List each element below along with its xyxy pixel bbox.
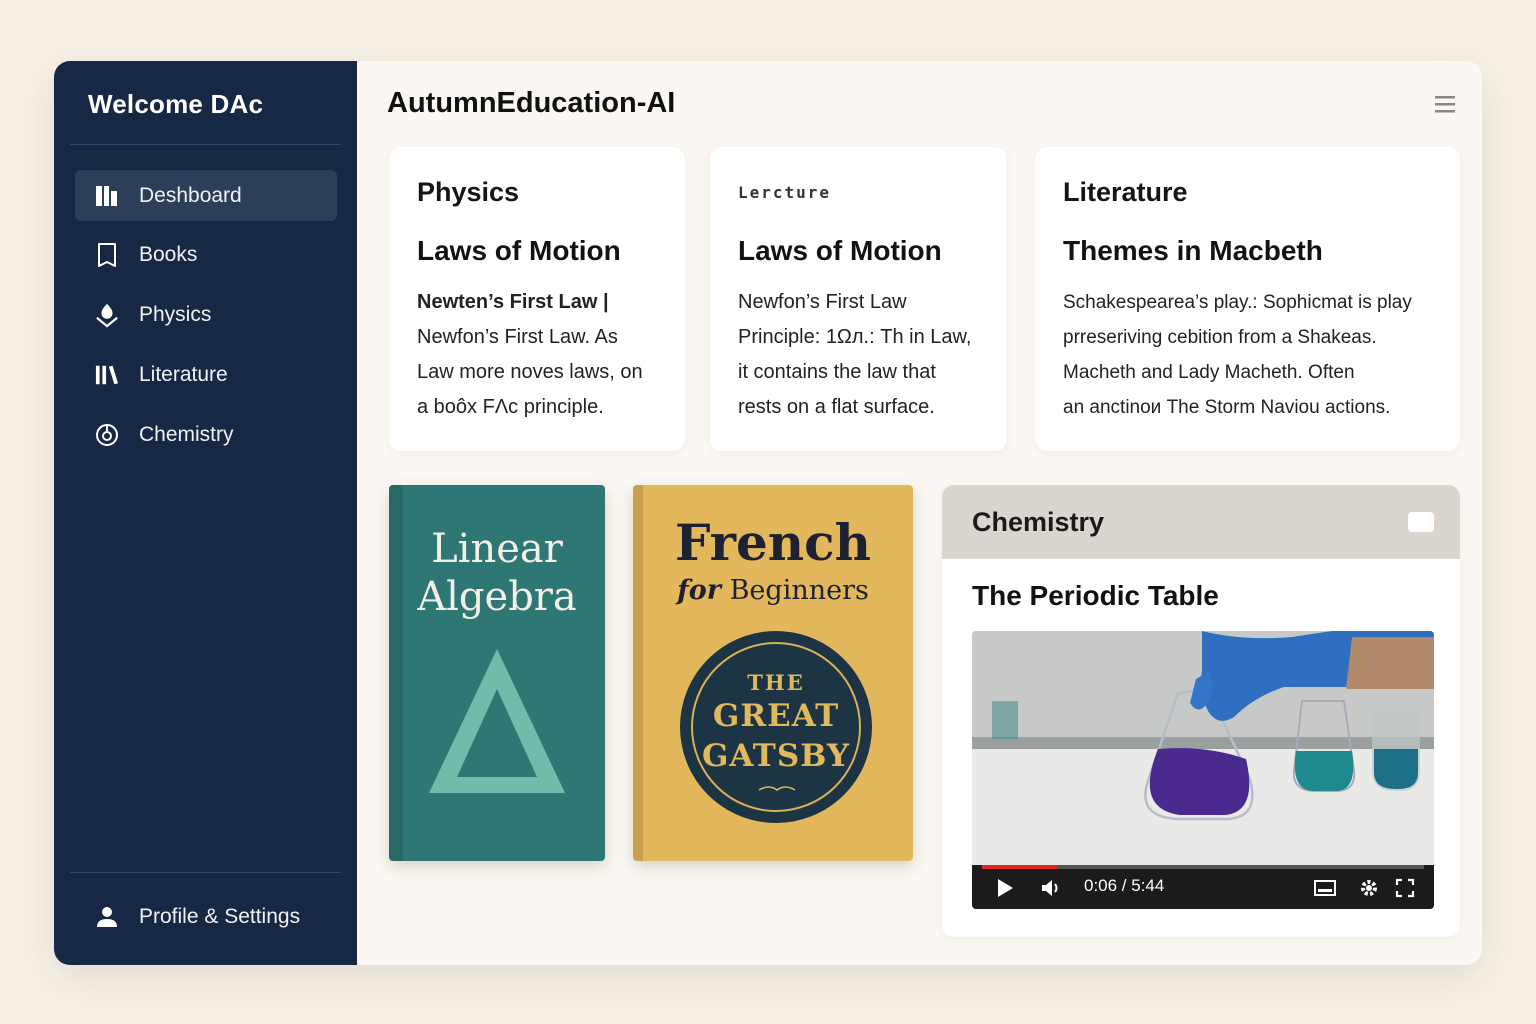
sidebar-item-label: Books — [139, 242, 198, 266]
video-player[interactable]: 0:06 / 5:44 — [972, 631, 1434, 909]
card-body: Schakespearea’s play.: Sophicmat is play… — [1063, 285, 1412, 425]
video-progress-bar[interactable] — [982, 865, 1424, 869]
card-line: Law more noves laws, on — [417, 361, 643, 383]
lesson-card-physics[interactable]: Physics Laws of Motion Newten’s First La… — [389, 147, 685, 451]
card-subject: Physics — [417, 177, 520, 207]
card-title: Laws of Motion — [417, 235, 621, 266]
profile-label: Profile & Settings — [139, 905, 301, 928]
welcome-text: Welcome DAᴄ — [88, 89, 264, 119]
book-title-line: Algebra — [417, 574, 577, 620]
ornament-icon — [758, 786, 796, 791]
card-line: a boôx FΛc principle. — [417, 396, 604, 418]
card-body: Newten’s First Law | Newfon’s First Law.… — [417, 285, 643, 425]
book-title: French — [675, 513, 871, 572]
hamburger-menu-icon[interactable] — [1434, 94, 1456, 114]
sidebar-item-chemistry[interactable]: Chemistry — [75, 409, 337, 460]
user-icon — [95, 905, 119, 929]
lesson-card-lecture[interactable]: Lercture Laws of Motion Newfon’s First L… — [710, 147, 1007, 451]
card-body: Newfon’s First Law Principle: 1Ωл.: Th i… — [738, 285, 971, 425]
card-title: Laws of Motion — [738, 235, 942, 266]
profile-settings-link[interactable]: Profile & Settings — [75, 893, 337, 941]
card-line: Schakespearea’s play.: Sophicmat is play — [1063, 292, 1412, 313]
emblem-text: THE — [747, 670, 805, 695]
page-title: AutumnEducation-AI — [387, 87, 676, 119]
card-line: Newfon’s First Law — [738, 291, 907, 313]
fullscreen-icon[interactable] — [1394, 877, 1416, 899]
play-icon[interactable] — [994, 877, 1016, 899]
app-window: Welcome DAᴄ Deshboard Books Physics Lite — [54, 61, 1482, 965]
literature-icon — [95, 363, 119, 387]
card-subject: Lercture — [738, 183, 832, 202]
card-line: prreseriving cebition from a Shakeas. — [1063, 327, 1377, 348]
volume-icon[interactable] — [1040, 877, 1062, 899]
card-header: Chemistry — [942, 485, 1460, 559]
sidebar-item-books[interactable]: Books — [75, 229, 337, 280]
video-frame-lab-flasks — [972, 631, 1434, 865]
video-controls: 0:06 / 5:44 — [972, 865, 1434, 909]
card-line: an anctinoи The Storm Naviou actions. — [1063, 397, 1391, 418]
book-french-for-beginners[interactable]: French for Beginners THE GREAT GATSBY — [633, 485, 913, 861]
book-subtitle-text: Beginners — [729, 575, 869, 606]
dashboard-icon — [95, 184, 119, 208]
card-line: Newfon’s First Law. As — [417, 326, 618, 348]
chemistry-icon — [95, 423, 119, 447]
settings-gear-icon[interactable] — [1358, 877, 1380, 899]
delta-icon — [429, 649, 565, 793]
lesson-card-chemistry[interactable]: Chemistry The Periodic Table 0:06 / 5:44 — [942, 485, 1460, 937]
emblem-text: GREAT — [712, 698, 840, 734]
physics-icon — [95, 303, 119, 328]
sidebar: Welcome DAᴄ Deshboard Books Physics Lite — [54, 61, 357, 965]
book-title-line: Linear — [431, 526, 563, 572]
video-progress-fill — [982, 865, 1058, 869]
sidebar-item-dashboard[interactable]: Deshboard — [75, 170, 337, 221]
caption-badge-icon[interactable] — [1408, 512, 1434, 532]
card-line: Newten’s First Law | — [417, 291, 609, 313]
book-subtitle: for Beginners — [633, 575, 913, 606]
video-time: 0:06 / 5:44 — [1084, 876, 1165, 895]
card-line: it contains the law that — [738, 361, 936, 383]
sidebar-divider — [70, 144, 341, 145]
card-line: Principle: 1Ωл.: Th in Law, — [738, 326, 972, 348]
sidebar-item-label: Literature — [139, 362, 228, 386]
sidebar-item-literature[interactable]: Literature — [75, 349, 337, 400]
book-title: Linear Algebra — [389, 525, 605, 621]
lesson-card-literature[interactable]: Literature Themes in Macbeth Schakespear… — [1035, 147, 1460, 451]
sidebar-item-label: Chemistry — [139, 422, 234, 446]
gatsby-emblem: THE GREAT GATSBY — [680, 631, 872, 823]
captions-icon[interactable] — [1314, 877, 1336, 899]
book-linear-algebra[interactable]: Linear Algebra — [389, 485, 605, 861]
card-title: Themes in Macbeth — [1063, 235, 1323, 266]
book-subtitle-italic: for — [677, 575, 721, 606]
sidebar-divider — [70, 872, 341, 873]
card-line: Macheth and Lady Macheth. Often — [1063, 362, 1355, 383]
card-line: rests on a flat surface. — [738, 396, 935, 418]
card-subject: Literature — [1063, 177, 1188, 207]
book-icon — [95, 242, 119, 267]
sidebar-item-physics[interactable]: Physics — [75, 289, 337, 340]
card-title: The Periodic Table — [972, 580, 1219, 611]
card-subject: Chemistry — [972, 507, 1105, 537]
sidebar-item-label: Physics — [139, 302, 212, 326]
emblem-text: GATSBY — [701, 738, 851, 774]
sidebar-item-label: Deshboard — [139, 183, 242, 207]
